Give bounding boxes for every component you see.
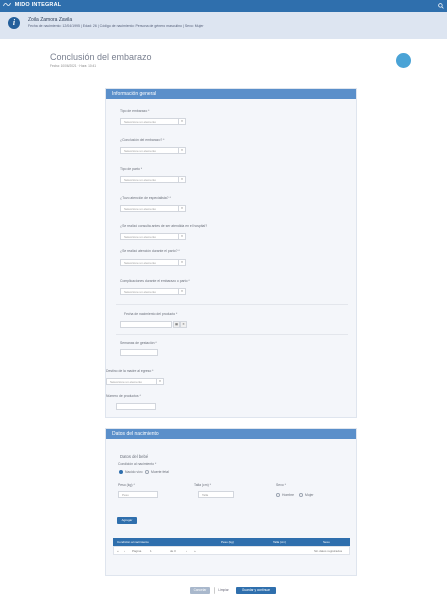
peso-input[interactable]: Peso bbox=[118, 491, 158, 498]
select-value: Seleccione un elemento bbox=[124, 235, 157, 239]
select-tipo-parto[interactable]: Seleccione un elemento ▾ bbox=[120, 176, 186, 183]
brand-logo-icon bbox=[3, 2, 11, 7]
radio-nacido-vivo[interactable] bbox=[119, 470, 123, 474]
chevron-down-icon: ▾ bbox=[178, 260, 185, 265]
radio-label: Hombre bbox=[282, 493, 295, 497]
field-label: ¿Tuvo atención de especialista? * bbox=[120, 196, 171, 200]
chevron-down-icon: ▾ bbox=[178, 148, 185, 153]
brand[interactable]: MIDO INTEGRAL bbox=[3, 2, 61, 8]
field-label: Talla (cm) * bbox=[194, 483, 211, 487]
field-label: Semanas de gestación * bbox=[120, 341, 157, 345]
chevron-down-icon: ▾ bbox=[178, 289, 185, 294]
column-header[interactable]: Condición al nacimiento bbox=[117, 540, 149, 544]
section-header: Información general bbox=[106, 89, 356, 99]
talla-input[interactable]: Talla bbox=[198, 491, 234, 498]
field-label: Peso (kg) * bbox=[118, 483, 135, 487]
chevron-down-icon: ▾ bbox=[178, 206, 185, 211]
clear-button[interactable]: Limpiar bbox=[214, 587, 232, 594]
patient-meta: Fecha de nacimiento: 12/04/1995 | Edad: … bbox=[28, 24, 204, 28]
user-avatar[interactable] bbox=[396, 53, 411, 68]
chevron-down-icon: ▾ bbox=[178, 177, 185, 182]
field-label: Tipo de parto * bbox=[120, 167, 143, 171]
radio-muerte-fetal[interactable] bbox=[145, 470, 149, 474]
select-value: Seleccione un elemento bbox=[124, 178, 157, 182]
select-consulta-previa[interactable]: Seleccione un elemento ▾ bbox=[120, 233, 186, 240]
table-pager: « ‹ Página 1 de 0 › » Sin datos registra… bbox=[113, 546, 350, 555]
date-input[interactable] bbox=[120, 321, 172, 328]
field-label: Complicaciones durante el embarazo o par… bbox=[120, 279, 190, 283]
field-label: ¿Se realizó consulta antes de ser atendi… bbox=[120, 224, 208, 228]
select-value: Seleccione un elemento bbox=[124, 120, 157, 124]
select-especialista[interactable]: Seleccione un elemento ▾ bbox=[120, 205, 186, 212]
radio-label: Mujer bbox=[305, 493, 314, 497]
prev-page-icon[interactable]: ‹ bbox=[124, 549, 125, 553]
first-page-icon[interactable]: « bbox=[117, 549, 119, 553]
next-page-icon[interactable]: › bbox=[186, 549, 187, 553]
app-header: MIDO INTEGRAL bbox=[0, 0, 447, 12]
radio-label: Muerte fetal bbox=[151, 470, 169, 474]
field-label: Fecha de nacimiento del producto * bbox=[124, 312, 178, 316]
select-conclusion[interactable]: Seleccione un elemento ▾ bbox=[120, 147, 186, 154]
page-subtitle: Fecha: 10/06/2021 · Hora: 10:41 bbox=[50, 64, 97, 68]
chevron-down-icon: ▾ bbox=[178, 234, 185, 239]
page-title: Conclusión del embarazo bbox=[50, 52, 152, 62]
pager-empty: Sin datos registrados bbox=[314, 549, 343, 553]
radio-mujer[interactable] bbox=[299, 493, 303, 497]
brand-name: MIDO INTEGRAL bbox=[14, 2, 62, 8]
cancel-button[interactable]: Cancelar bbox=[190, 587, 210, 594]
field-label: Número de productos * bbox=[106, 394, 141, 398]
pager-label: Página bbox=[132, 549, 142, 553]
last-page-icon[interactable]: » bbox=[194, 549, 196, 553]
general-info-card: Información general Tipo de embarazo * S… bbox=[105, 88, 357, 418]
search-icon[interactable] bbox=[438, 3, 444, 9]
chevron-down-icon: ▾ bbox=[178, 119, 185, 124]
patient-banner: i Zoila Zamora Zavila Fecha de nacimient… bbox=[0, 12, 447, 39]
select-complicaciones[interactable]: Seleccione un elemento ▾ bbox=[120, 288, 186, 295]
section-header: Datos del nacimiento bbox=[106, 429, 356, 439]
calendar-icon[interactable]: ▦ bbox=[173, 321, 180, 328]
select-value: Seleccione un elemento bbox=[124, 290, 157, 294]
select-tipo-embarazo[interactable]: Seleccione un elemento ▾ bbox=[120, 118, 186, 125]
field-label: Destino de la madre al egreso * bbox=[106, 369, 154, 373]
select-atencion-parto[interactable]: Seleccione un elemento ▾ bbox=[120, 259, 186, 266]
pager-of: de 0 bbox=[170, 549, 176, 553]
sub-header: Datos del bebé bbox=[120, 454, 149, 459]
radio-hombre[interactable] bbox=[276, 493, 280, 497]
select-value: Seleccione un elemento bbox=[110, 380, 143, 384]
select-value: Seleccione un elemento bbox=[124, 261, 157, 265]
pager-page[interactable]: 1 bbox=[150, 549, 152, 553]
weeks-input[interactable] bbox=[120, 349, 158, 356]
divider bbox=[116, 334, 348, 335]
field-label: Tipo de embarazo * bbox=[120, 109, 150, 113]
select-value: Seleccione un elemento bbox=[124, 207, 157, 211]
select-value: Seleccione un elemento bbox=[124, 149, 157, 153]
column-header[interactable]: Talla (cm) bbox=[273, 540, 286, 544]
divider bbox=[116, 304, 348, 305]
clear-icon[interactable]: ✕ bbox=[180, 321, 187, 328]
field-label: Condición al nacimiento * bbox=[118, 462, 157, 466]
info-icon: i bbox=[8, 17, 20, 29]
select-destino[interactable]: Seleccione un elemento ▾ bbox=[106, 378, 164, 385]
field-label: ¿Conclusión del embarazo? * bbox=[120, 138, 165, 142]
radio-label: Nacido vivo bbox=[125, 470, 143, 474]
add-button[interactable]: Agregar bbox=[117, 517, 137, 524]
column-header[interactable]: Sexo bbox=[323, 540, 330, 544]
patient-name: Zoila Zamora Zavila bbox=[28, 17, 73, 23]
count-input[interactable] bbox=[116, 403, 156, 410]
field-label: ¿Se realizó atención durante el parto? * bbox=[120, 249, 180, 253]
chevron-down-icon: ▾ bbox=[156, 379, 163, 384]
table-header: Condición al nacimiento Peso (kg) Talla … bbox=[113, 538, 350, 546]
field-label: Sexo * bbox=[276, 483, 286, 487]
save-button[interactable]: Guardar y continuar bbox=[236, 587, 276, 594]
column-header[interactable]: Peso (kg) bbox=[221, 540, 234, 544]
births-table: Condición al nacimiento Peso (kg) Talla … bbox=[113, 538, 350, 555]
